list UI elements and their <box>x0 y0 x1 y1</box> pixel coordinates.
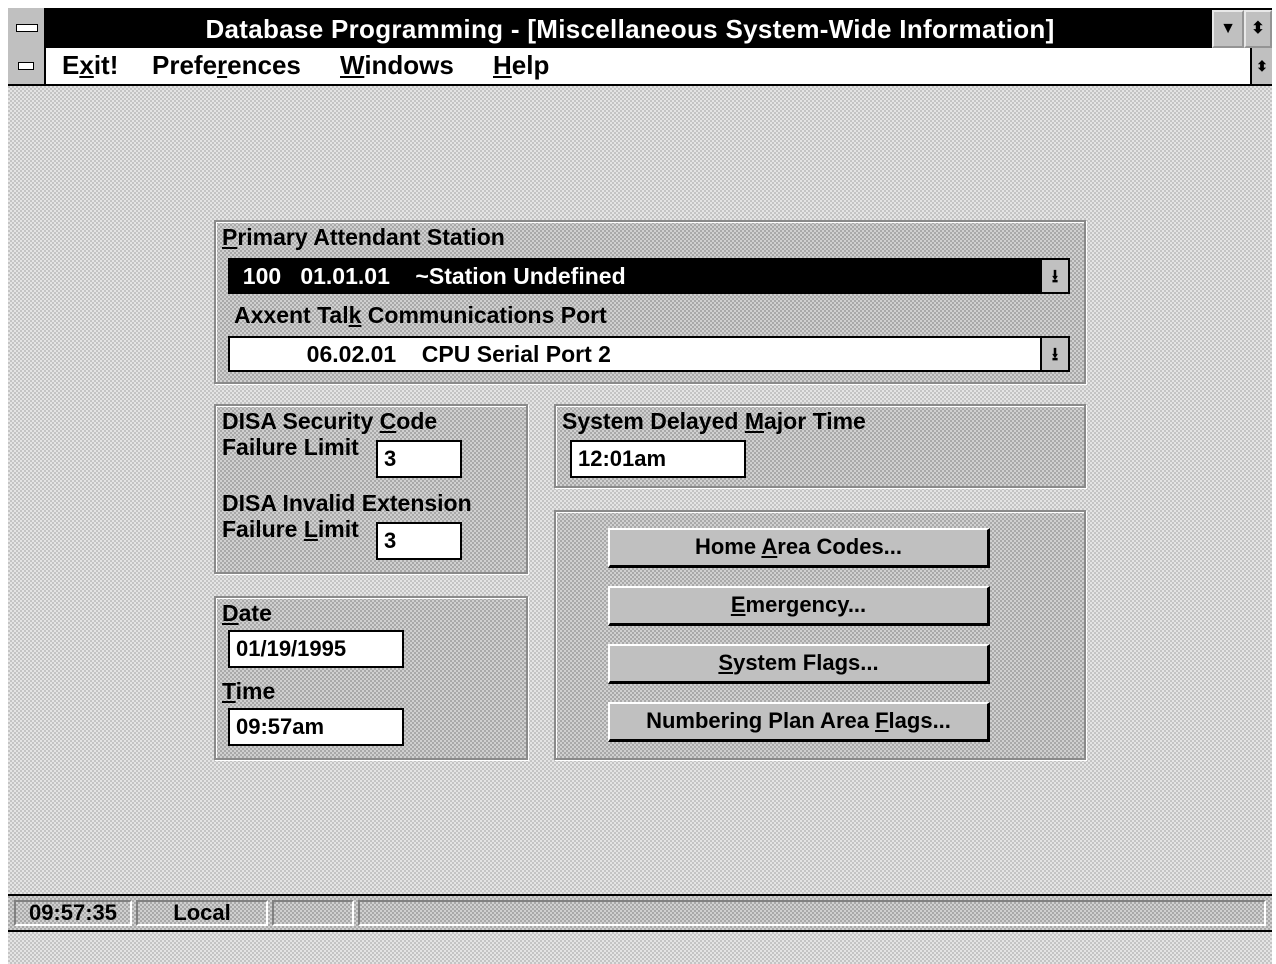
date-input[interactable]: 01/19/1995 <box>228 630 404 668</box>
window-title: Database Programming - [Miscellaneous Sy… <box>205 14 1055 44</box>
time-label: Time <box>222 678 276 704</box>
primary-attendant-select[interactable]: 100 01.01.01 ~Station Undefined ⭳ <box>228 258 1070 294</box>
time-input[interactable]: 09:57am <box>228 708 404 746</box>
disa-invalid-label: DISA Invalid Extension <box>222 490 472 516</box>
document-menu-icon <box>18 62 34 70</box>
delayed-major-group: System Delayed Major Time 12:01am <box>554 404 1086 488</box>
title-bar: Database Programming - [Miscellaneous Sy… <box>8 8 1272 48</box>
menu-windows[interactable]: Windows <box>340 50 454 81</box>
system-flags-button[interactable]: System Flags... <box>608 644 990 684</box>
document-menu-button[interactable] <box>8 48 46 84</box>
status-mode: Local <box>136 900 268 926</box>
disa-invalid-failure-input[interactable]: 3 <box>376 522 462 560</box>
form-workspace: Primary Attendant Station 100 01.01.01 ~… <box>8 86 1272 894</box>
bottom-strip <box>8 930 1272 964</box>
numbering-plan-area-flags-button[interactable]: Numbering Plan Area Flags... <box>608 702 990 742</box>
dropdown-arrow-icon[interactable]: ⭳ <box>1040 338 1068 370</box>
menu-bar: Exit! Preferences Windows Help ⬍ <box>8 48 1272 86</box>
status-clock: 09:57:35 <box>14 900 132 926</box>
menu-help[interactable]: Help <box>493 50 549 81</box>
disa-security-failure-input[interactable]: 3 <box>376 440 462 478</box>
emergency-button[interactable]: Emergency... <box>608 586 990 626</box>
system-menu-button[interactable] <box>8 8 46 48</box>
restore-icon: ⬍ <box>1251 20 1265 37</box>
minimize-button[interactable]: ▼ <box>1212 10 1244 48</box>
status-extra <box>272 900 354 926</box>
axxent-port-label: Axxent Talk Communications Port <box>234 302 607 328</box>
primary-attendant-label: Primary Attendant Station <box>222 224 505 250</box>
date-time-group: Date 01/19/1995 Time 09:57am <box>214 596 528 760</box>
status-bar: 09:57:35 Local <box>8 894 1272 932</box>
disa-group: DISA Security Code Failure Limit 3 DISA … <box>214 404 528 574</box>
delayed-major-label: System Delayed Major Time <box>562 408 866 434</box>
disa-security-failure-label: Failure Limit <box>222 434 359 460</box>
disa-invalid-failure-label: Failure Limit <box>222 516 359 542</box>
action-buttons-group: Home Area Codes... Emergency... System F… <box>554 510 1086 760</box>
document-restore-button[interactable]: ⬍ <box>1250 48 1272 84</box>
dropdown-arrow-icon[interactable]: ⭳ <box>1040 260 1068 292</box>
delayed-major-input[interactable]: 12:01am <box>570 440 746 478</box>
menu-exit[interactable]: Exit! <box>62 50 118 81</box>
status-message <box>358 900 1266 926</box>
restore-icon: ⬍ <box>1256 58 1268 74</box>
system-menu-icon <box>16 24 38 32</box>
axxent-port-select[interactable]: 06.02.01 CPU Serial Port 2 ⭳ <box>228 336 1070 372</box>
minimize-icon: ▼ <box>1220 20 1236 37</box>
home-area-codes-button[interactable]: Home Area Codes... <box>608 528 990 568</box>
station-port-group: Primary Attendant Station 100 01.01.01 ~… <box>214 220 1086 384</box>
date-label: Date <box>222 600 272 626</box>
menu-preferences[interactable]: Preferences <box>152 50 301 81</box>
restore-button[interactable]: ⬍ <box>1244 10 1272 48</box>
disa-security-label: DISA Security Code <box>222 408 438 434</box>
